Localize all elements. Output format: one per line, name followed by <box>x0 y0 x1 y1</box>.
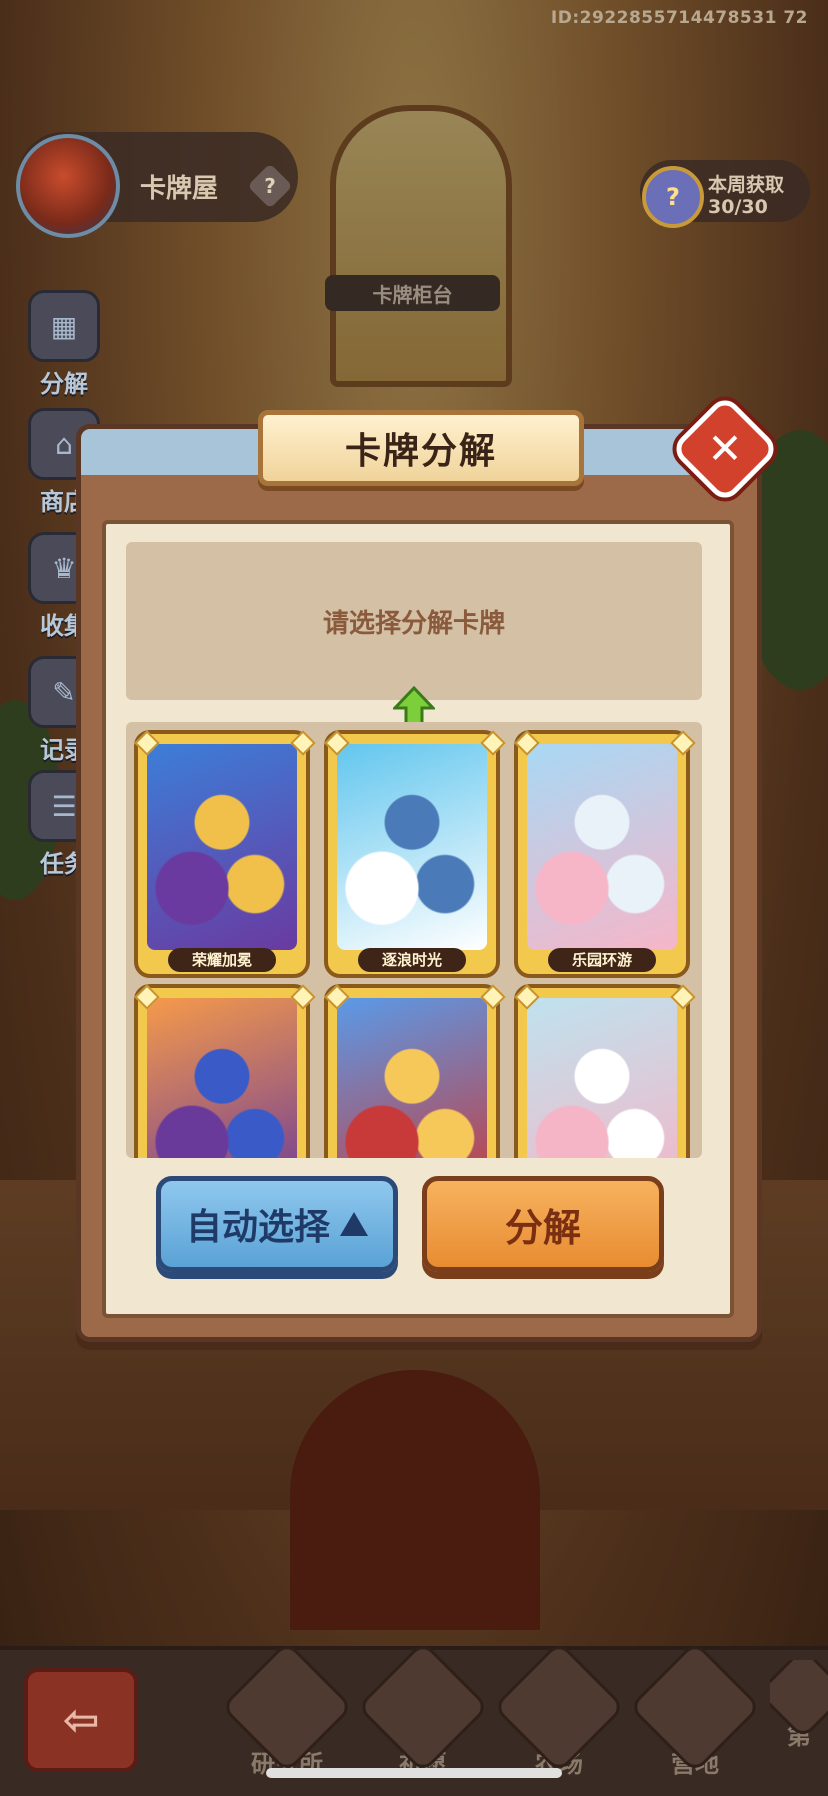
card-grid[interactable]: 荣耀加冕 逐浪时光 乐园环游 <box>126 722 702 1158</box>
nav-item-research[interactable]: 研究所 <box>220 1640 354 1779</box>
card-name: 荣耀加冕 <box>168 948 276 972</box>
nav-item-more[interactable]: 第 <box>770 1660 828 1751</box>
card-tile[interactable]: 逐浪时光 <box>324 730 506 978</box>
card-tile[interactable] <box>134 984 316 1158</box>
side-menu-label: 分解 <box>40 370 88 398</box>
avatar[interactable] <box>16 134 120 238</box>
card-tile[interactable] <box>324 984 506 1158</box>
nav-item-farm[interactable]: 农场 <box>492 1640 626 1779</box>
card-art <box>147 744 297 950</box>
help-icon-glyph: ? <box>264 174 276 198</box>
up-arrow-icon <box>393 686 435 726</box>
nav-item-wish[interactable]: 祈愿 <box>356 1640 490 1779</box>
mystery-badge-icon: ? <box>642 166 704 228</box>
card-name: 乐园环游 <box>548 948 656 972</box>
card-tile[interactable]: 荣耀加冕 <box>134 730 316 978</box>
weekly-acquire-label: 本周获取 <box>708 174 785 196</box>
nav-item-camp[interactable]: 营地 <box>628 1640 762 1779</box>
back-icon: ⇦ <box>62 1694 100 1746</box>
auto-select-button[interactable]: 自动选择 <box>156 1176 398 1272</box>
weekly-acquire-count: 30/30 <box>708 196 768 218</box>
card-art <box>147 998 297 1158</box>
decompose-button[interactable]: 分解 <box>422 1176 664 1272</box>
home-indicator <box>266 1768 562 1778</box>
help-icon[interactable]: ? <box>247 163 293 209</box>
modal-title: 卡牌分解 <box>344 431 497 472</box>
box-icon: ▦ <box>28 290 100 362</box>
page-title: 卡牌屋 <box>140 174 219 204</box>
auto-select-label: 自动选择 <box>185 1207 330 1248</box>
card-tile[interactable] <box>514 984 696 1158</box>
side-menu-decompose[interactable]: ▦ 分解 <box>28 290 100 399</box>
card-name: 逐浪时光 <box>358 948 466 972</box>
card-art <box>527 998 677 1158</box>
selected-card-slot[interactable]: 请选择分解卡牌 <box>126 542 702 700</box>
user-id: ID:2922855714478531 72 <box>550 8 808 28</box>
caret-up-icon <box>340 1212 368 1236</box>
decompose-label: 分解 <box>504 1205 581 1250</box>
card-art <box>527 744 677 950</box>
back-button[interactable]: ⇦ <box>24 1668 138 1772</box>
card-art <box>337 998 487 1158</box>
modal-title-banner: 卡牌分解 <box>233 410 609 486</box>
card-art <box>337 744 487 950</box>
card-tile[interactable]: 乐园环游 <box>514 730 696 978</box>
select-prompt: 请选择分解卡牌 <box>322 608 505 639</box>
close-icon: ✕ <box>707 424 743 473</box>
